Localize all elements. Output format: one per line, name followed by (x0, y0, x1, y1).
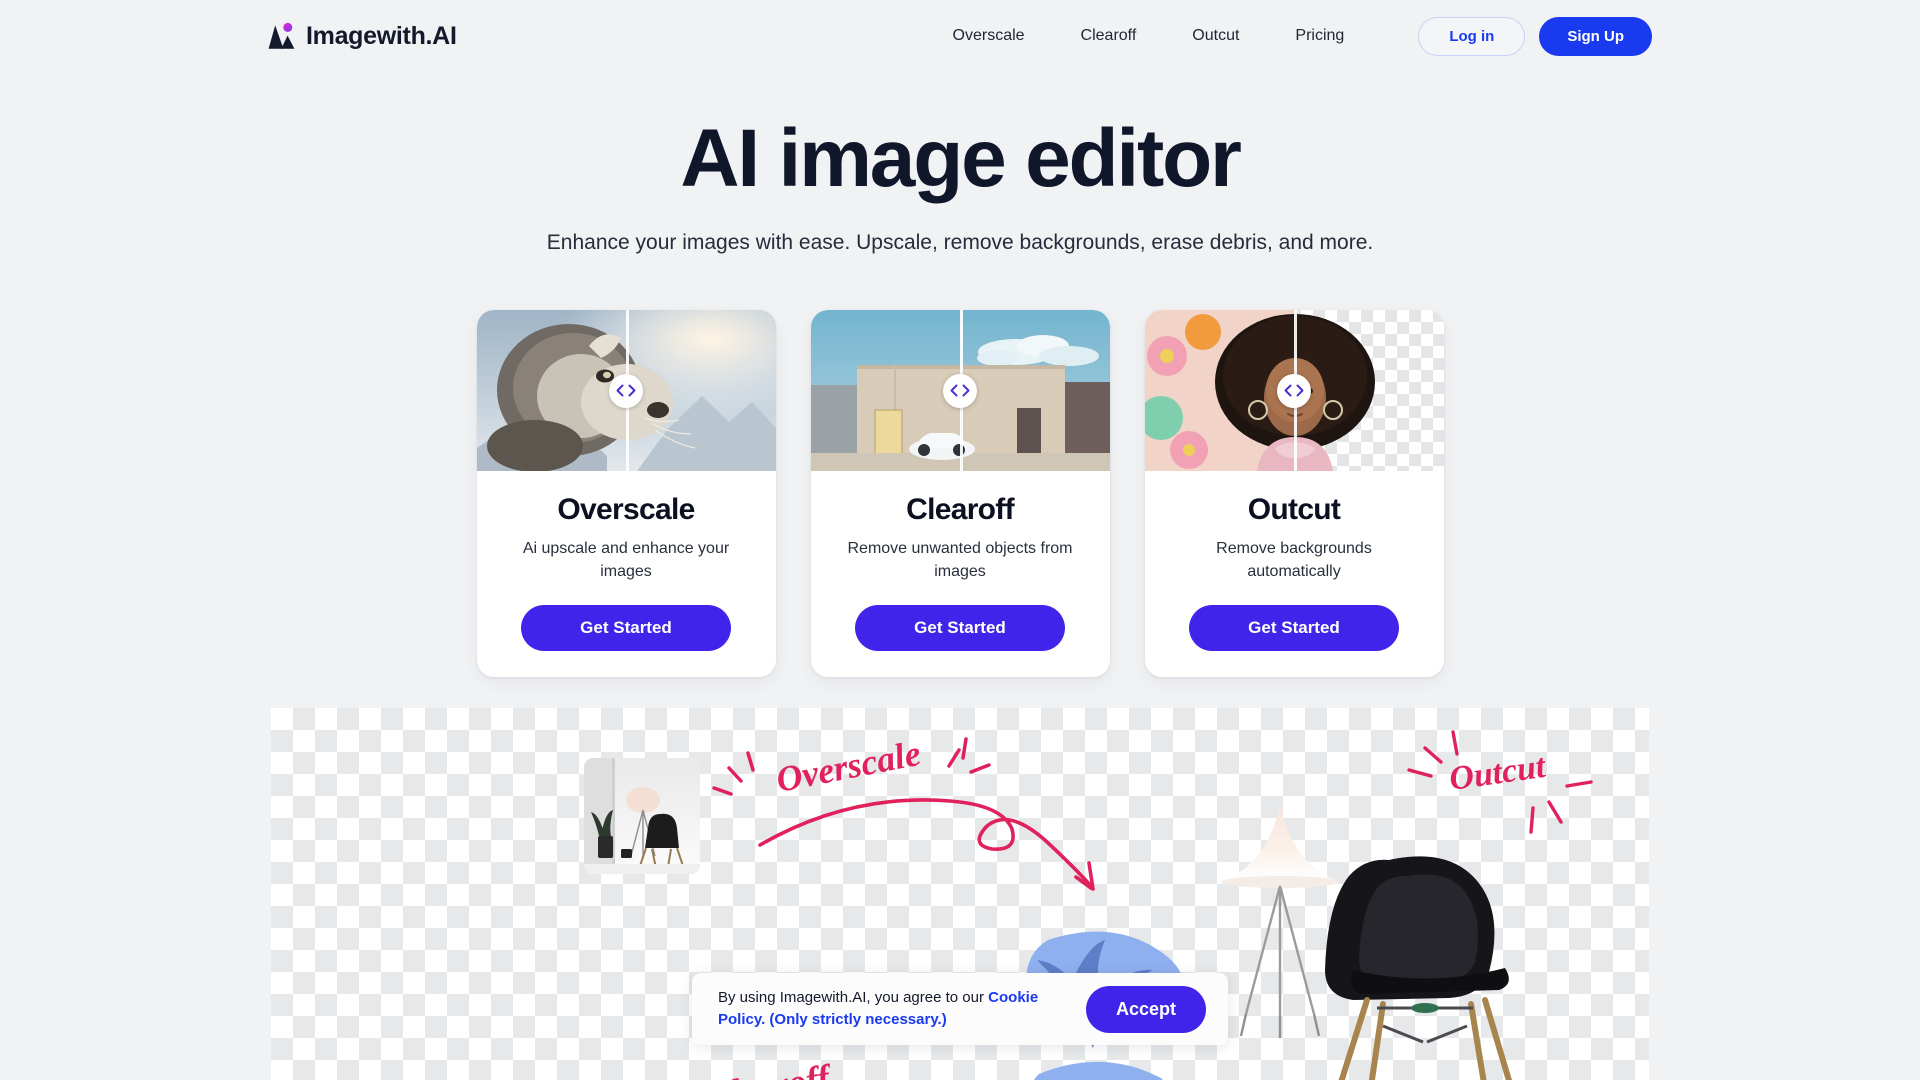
card-media-outcut[interactable] (1144, 310, 1444, 472)
site-header: Imagewith.AI Overscale Clearoff Outcut P… (0, 0, 1920, 72)
nav-item-pricing[interactable]: Pricing (1267, 19, 1372, 53)
product-card-overscale[interactable]: Overscale Ai upscale and enhance your im… (476, 310, 776, 678)
compare-slider-icon[interactable] (1277, 373, 1311, 408)
svg-text:Overscale: Overscale (773, 733, 924, 800)
card-description-outcut: Remove backgrounds automatically (1216, 540, 1372, 581)
eames-chair-illustration (1325, 856, 1512, 1080)
nav-item-outcut[interactable]: Outcut (1164, 19, 1267, 53)
auth-actions: Log in Sign Up (1418, 16, 1652, 56)
nav-item-overscale[interactable]: Overscale (925, 19, 1053, 53)
accept-cookies-button[interactable]: Accept (1085, 985, 1206, 1033)
svg-text:Clearoff: Clearoff (704, 1057, 835, 1080)
product-card-clearoff[interactable]: Clearoff Remove unwanted objects from im… (810, 310, 1110, 678)
mountain-dot-logo-icon (268, 22, 295, 49)
get-started-button-overscale[interactable]: Get Started (521, 605, 731, 652)
product-card-outcut[interactable]: Outcut Remove backgrounds automatically … (1144, 310, 1444, 678)
annotation-clearoff: Clearoff (704, 1057, 835, 1080)
card-title-overscale: Overscale (557, 493, 695, 527)
brand-name: Imagewith.AI (306, 21, 457, 50)
card-title-clearoff: Clearoff (906, 493, 1014, 527)
card-title-outcut: Outcut (1247, 493, 1341, 527)
product-card-list: Overscale Ai upscale and enhance your im… (0, 310, 1920, 678)
get-started-button-clearoff[interactable]: Get Started (855, 605, 1065, 652)
compare-slider-icon[interactable] (609, 373, 643, 408)
card-media-clearoff[interactable] (810, 310, 1110, 472)
card-description-clearoff: Remove unwanted objects from images (847, 540, 1073, 581)
hero-subtitle: Enhance your images with ease. Upscale, … (546, 231, 1374, 255)
nav-item-clearoff[interactable]: Clearoff (1053, 19, 1165, 53)
floor-lamp-illustration (1221, 806, 1339, 1039)
annotation-outcut: Outcut (1407, 730, 1593, 835)
signup-button[interactable]: Sign Up (1539, 16, 1652, 56)
room-thumbnail-image (584, 758, 700, 875)
login-button[interactable]: Log in (1418, 16, 1526, 56)
annotation-overscale: Overscale (712, 733, 1095, 892)
card-media-overscale[interactable] (476, 310, 776, 472)
cookie-text-lead: By using Imagewith.AI, you agree to our (718, 988, 989, 1006)
compare-slider-icon[interactable] (943, 373, 977, 408)
cookie-text: By using Imagewith.AI, you agree to our … (718, 987, 1063, 1031)
get-started-button-outcut[interactable]: Get Started (1189, 605, 1399, 652)
brand-logo[interactable]: Imagewith.AI (268, 22, 457, 51)
hero-section: AI image editor Enhance your images with… (0, 72, 1920, 255)
card-description-overscale: Ai upscale and enhance your images (522, 540, 730, 581)
svg-text:Outcut: Outcut (1447, 748, 1549, 798)
page-title: AI image editor (680, 113, 1242, 204)
cookie-consent-banner: By using Imagewith.AI, you agree to our … (692, 973, 1228, 1045)
main-nav: Overscale Clearoff Outcut Pricing (925, 19, 1373, 53)
